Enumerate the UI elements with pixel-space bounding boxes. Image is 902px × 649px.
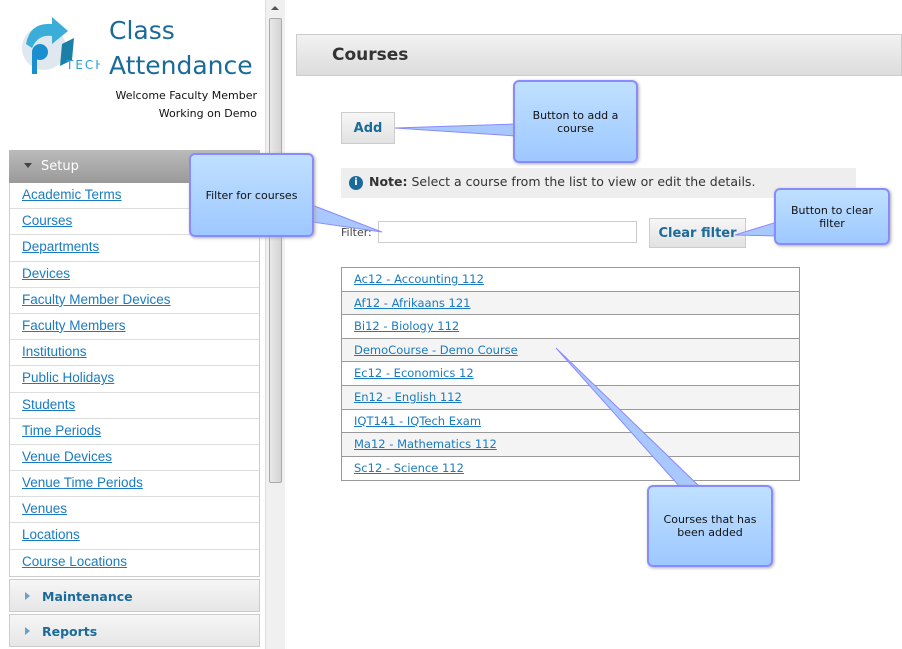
- callout-courses: Courses that has been added: [647, 485, 773, 567]
- pointer-add: [394, 123, 517, 137]
- pointer-courses: [555, 347, 702, 488]
- callout-filter: Filter for courses: [189, 153, 314, 237]
- pointer-filter: [311, 204, 383, 233]
- callout-clear: Button to clear filter: [774, 188, 890, 245]
- pointer-clear: [734, 221, 778, 237]
- callout-add: Button to add a course: [513, 80, 638, 163]
